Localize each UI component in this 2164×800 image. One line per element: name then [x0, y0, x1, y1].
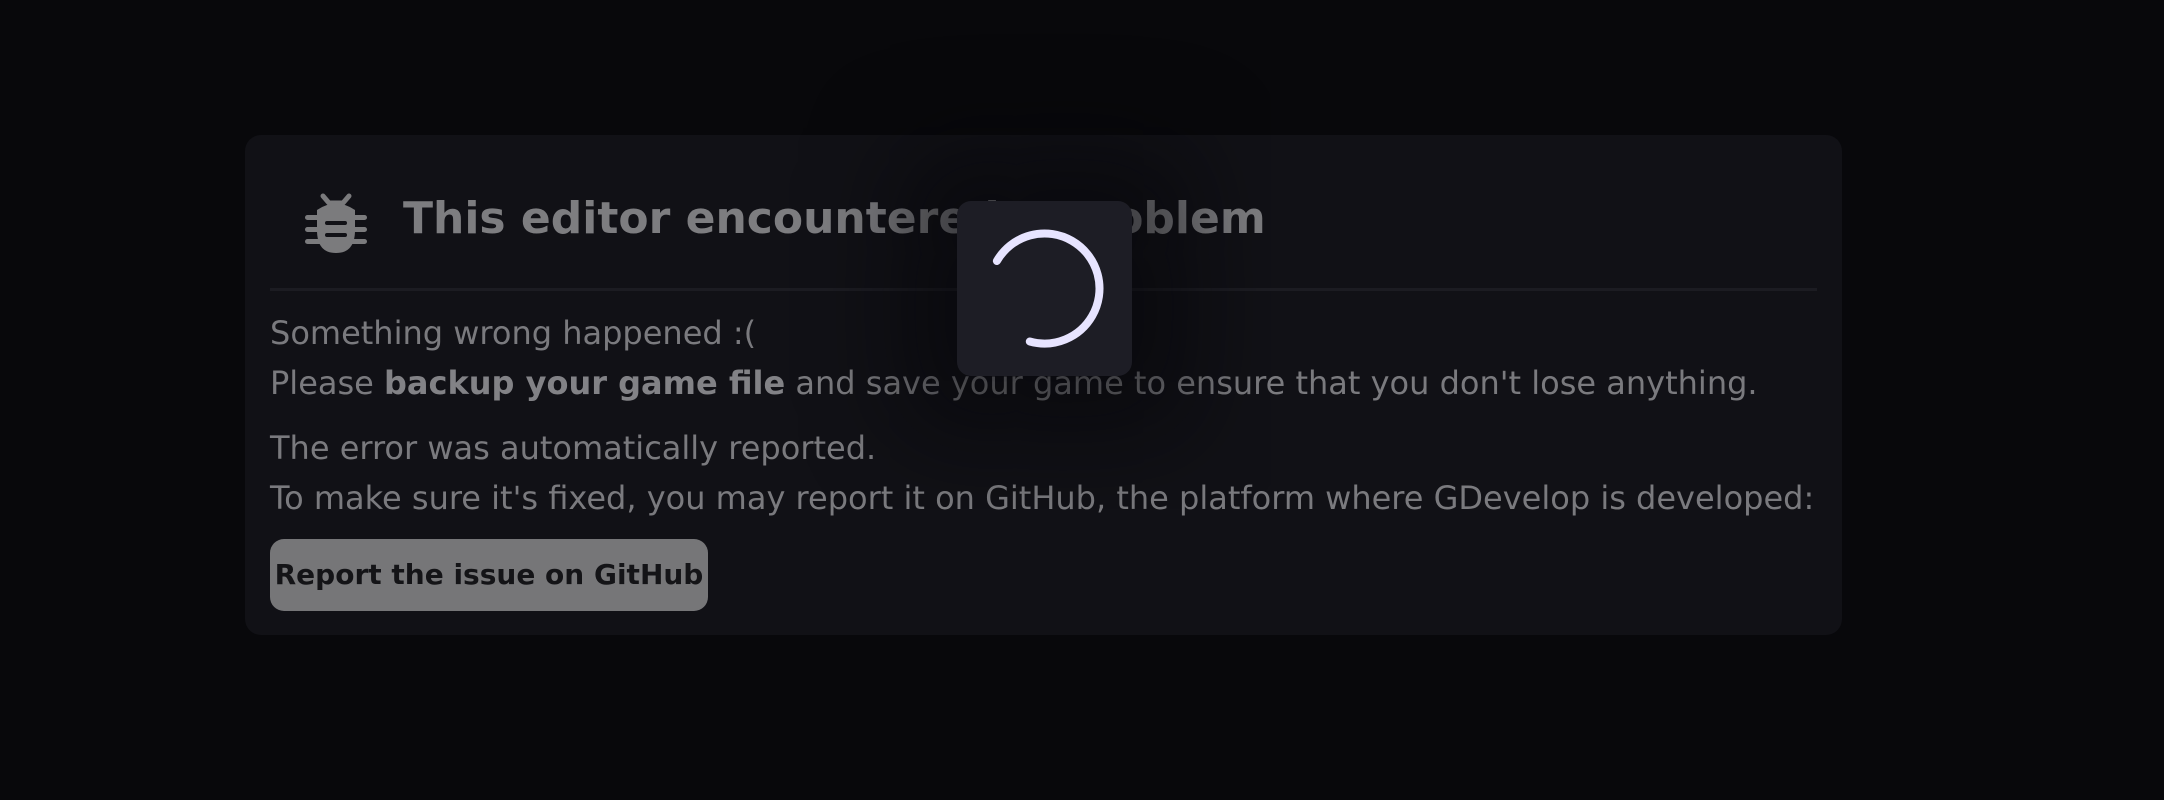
report-issue-github-button[interactable]: Report the issue on GitHub: [270, 539, 708, 611]
editor-error-screen: This editor encountered a problem Someth…: [0, 0, 2164, 800]
backup-instruction-emphasis: backup your game file: [384, 364, 786, 402]
error-message-line: Something wrong happened :(: [270, 314, 757, 352]
loading-spinner-icon: [985, 229, 1104, 348]
auto-report-message: The error was automatically reported.: [270, 429, 877, 467]
backup-instruction-suffix: and save your game to ensure that you do…: [785, 364, 1758, 402]
backup-instruction-prefix: Please: [270, 364, 385, 402]
github-report-message: To make sure it's fixed, you may report …: [270, 479, 1815, 517]
loading-overlay: [957, 201, 1132, 376]
bug-icon: [305, 193, 367, 253]
error-title: This editor encountered a problem: [403, 193, 1266, 244]
